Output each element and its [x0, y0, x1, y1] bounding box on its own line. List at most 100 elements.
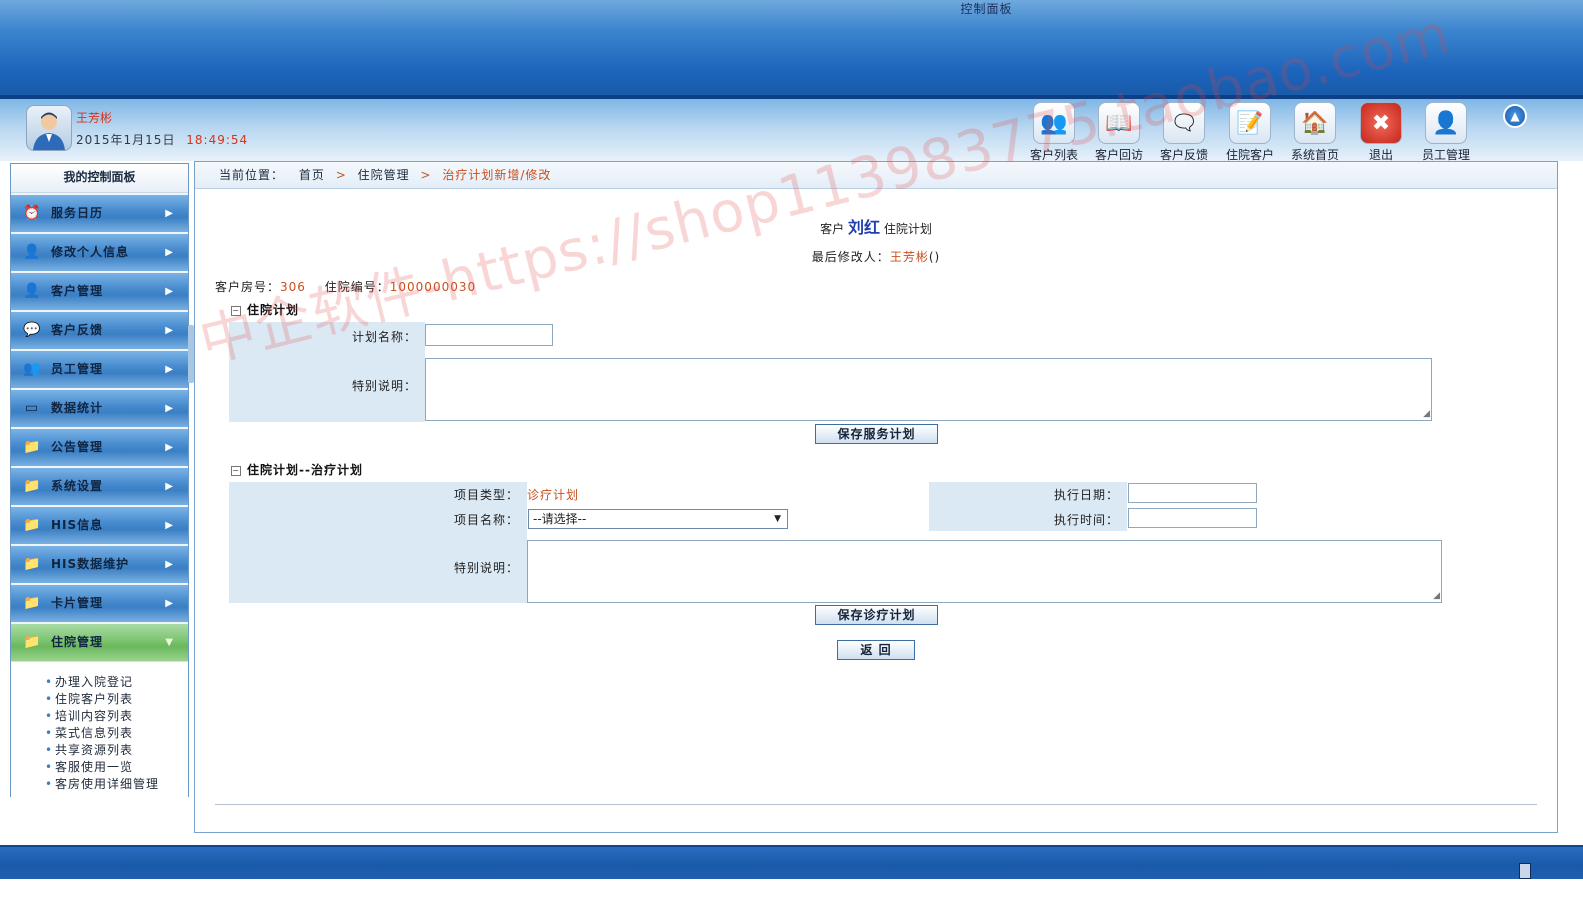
user-name: 王芳彬: [76, 111, 113, 125]
folder-icon: 📁: [23, 595, 42, 611]
project-name-label: 项目名称：: [453, 513, 519, 527]
user-bar: 王芳彬 2015年1月15日 18:49:54 👥 客户列表 📖 客户回访 🗨 …: [0, 99, 1583, 163]
toolbar-staff-management[interactable]: 👤 员工管理: [1416, 102, 1476, 163]
sidebar-item-label: 客户反馈: [51, 323, 104, 337]
home-icon: 🏠: [1294, 102, 1336, 144]
folder-icon: 📁: [23, 556, 42, 572]
customer-icon: 👤: [23, 283, 42, 299]
chevron-right-icon: ▶: [165, 247, 174, 258]
sidebar-item-label: 修改个人信息: [51, 245, 130, 259]
sidebar-item-customer-feedback[interactable]: 💬 客户反馈 ▶: [11, 312, 188, 349]
collapse-toggle-icon[interactable]: −: [231, 466, 241, 476]
project-name-select[interactable]: --请选择-- ▼: [528, 509, 788, 529]
customer-list-icon: 👥: [1033, 102, 1075, 144]
plan-name-input[interactable]: [425, 324, 553, 346]
exec-date-input[interactable]: [1128, 483, 1257, 503]
sidebar-item-statistics[interactable]: ▭ 数据统计 ▶: [11, 390, 188, 427]
sidebar-item-label: 系统设置: [51, 479, 104, 493]
main-content: 当前位置： 首页 > 住院管理 > 治疗计划新增/修改 客户 刘红 住院计划 最…: [194, 161, 1558, 833]
resize-handle-icon[interactable]: [1519, 863, 1531, 879]
submenu-item[interactable]: 住院客户列表: [45, 691, 188, 708]
chevron-right-icon: ▶: [165, 403, 174, 414]
submenu-item[interactable]: 培训内容列表: [45, 708, 188, 725]
modifier-name: 王芳彬: [889, 250, 929, 264]
toolbar-inpatient[interactable]: 📝 住院客户: [1220, 102, 1280, 163]
current-time: 18:49:54: [186, 133, 249, 147]
sidebar-item-announcements[interactable]: 📁 公告管理 ▶: [11, 429, 188, 466]
submenu-item[interactable]: 客服使用一览: [45, 759, 188, 776]
treatment-note-label: 特别说明：: [453, 561, 519, 575]
inpatient-icon: 📝: [1229, 102, 1271, 144]
treatment-note-textarea[interactable]: ◢: [527, 540, 1442, 603]
sidebar-title: 我的控制面板: [11, 164, 188, 193]
breadcrumb-separator-icon: >: [420, 168, 432, 182]
sidebar-item-card-management[interactable]: 📁 卡片管理 ▶: [11, 585, 188, 622]
section-inpatient-plan[interactable]: − 住院计划: [231, 301, 299, 318]
toolbar-customer-feedback[interactable]: 🗨 客户反馈: [1154, 102, 1214, 163]
section-treatment-plan[interactable]: − 住院计划--治疗计划: [231, 461, 363, 478]
logout-icon: ✖: [1360, 102, 1402, 144]
submenu-item[interactable]: 菜式信息列表: [45, 725, 188, 742]
breadcrumb-level1[interactable]: 住院管理: [358, 168, 410, 182]
sidebar-item-label: 公告管理: [51, 440, 104, 454]
collapse-toggle-icon[interactable]: −: [231, 306, 241, 316]
plan-name-label: 计划名称：: [351, 330, 417, 344]
back-button[interactable]: 返 回: [837, 640, 915, 660]
exec-time-label: 执行时间：: [1053, 513, 1119, 527]
save-service-plan-button[interactable]: 保存服务计划: [815, 424, 938, 444]
dropdown-arrow-icon: ▼: [774, 514, 781, 524]
project-type-value: 诊疗计划: [527, 488, 580, 502]
user-avatar-icon: [33, 112, 65, 150]
page-title-suffix: 住院计划: [883, 222, 932, 236]
sidebar-item-staff-management[interactable]: 👥 员工管理 ▶: [11, 351, 188, 388]
sidebar-item-system-settings[interactable]: 📁 系统设置 ▶: [11, 468, 188, 505]
customer-visit-icon: 📖: [1098, 102, 1140, 144]
sidebar: 我的控制面板 ⏰ 服务日历 ▶ 👤 修改个人信息 ▶ 👤 客户管理 ▶ 💬 客户…: [10, 163, 189, 824]
header-banner: 控制面板: [0, 0, 1583, 97]
save-treatment-plan-button[interactable]: 保存诊疗计划: [815, 605, 938, 625]
current-date: 2015年1月15日: [76, 133, 176, 147]
sidebar-item-inpatient-management[interactable]: 📁 住院管理 ▼: [11, 624, 188, 661]
sidebar-item-his-maintenance[interactable]: 📁 HIS数据维护 ▶: [11, 546, 188, 583]
resize-grip-icon[interactable]: ◢: [1433, 592, 1440, 601]
modifier-suffix: (): [928, 250, 941, 264]
chevron-down-icon: ▼: [165, 637, 174, 648]
toolbar-customer-visit[interactable]: 📖 客户回访: [1089, 102, 1149, 163]
chevron-right-icon: ▶: [165, 364, 174, 375]
current-datetime: 2015年1月15日 18:49:54: [76, 131, 248, 148]
toolbar-logout[interactable]: ✖ 退出: [1351, 102, 1411, 163]
exec-time-input[interactable]: [1128, 508, 1257, 528]
customer-name: 刘红: [847, 218, 880, 237]
breadcrumb-home[interactable]: 首页: [299, 168, 325, 182]
admission-label: 住院编号：: [324, 280, 390, 294]
page-title: 客户 刘红 住院计划: [195, 214, 1557, 238]
toolbar-customer-list[interactable]: 👥 客户列表: [1024, 102, 1084, 163]
sidebar-item-label: HIS数据维护: [51, 557, 130, 571]
submenu: 办理入院登记 住院客户列表 培训内容列表 菜式信息列表 共享资源列表 客服使用一…: [11, 661, 188, 824]
chevron-right-icon: ▶: [165, 520, 174, 531]
sidebar-item-customer-management[interactable]: 👤 客户管理 ▶: [11, 273, 188, 310]
resize-grip-icon[interactable]: ◢: [1423, 410, 1430, 419]
user-icon: 👤: [23, 244, 42, 260]
room-label: 客户房号：: [215, 280, 281, 294]
room-number: 306: [280, 280, 306, 294]
sidebar-item-his-info[interactable]: 📁 HIS信息 ▶: [11, 507, 188, 544]
feedback-icon: 💬: [23, 322, 42, 338]
project-type-label: 项目类型：: [453, 488, 519, 502]
submenu-item[interactable]: 共享资源列表: [45, 742, 188, 759]
sidebar-item-edit-profile[interactable]: 👤 修改个人信息 ▶: [11, 234, 188, 271]
scroll-top-icon[interactable]: ▲: [1503, 104, 1527, 128]
sidebar-item-label: 卡片管理: [51, 596, 104, 610]
submenu-item[interactable]: 客房使用详细管理: [45, 776, 188, 793]
staff-group-icon: 👥: [23, 361, 42, 377]
toolbar-system-home[interactable]: 🏠 系统首页: [1285, 102, 1345, 163]
exec-date-label: 执行日期：: [1053, 488, 1119, 502]
sidebar-item-service-calendar[interactable]: ⏰ 服务日历 ▶: [11, 195, 188, 232]
plan-note-textarea[interactable]: ◢: [425, 358, 1432, 421]
folder-icon: 📁: [23, 478, 42, 494]
breadcrumb-current: 治疗计划新增/修改: [442, 168, 552, 182]
chevron-right-icon: ▶: [165, 442, 174, 453]
chevron-right-icon: ▶: [165, 598, 174, 609]
submenu-item[interactable]: 办理入院登记: [45, 674, 188, 691]
customer-feedback-icon: 🗨: [1163, 102, 1205, 144]
